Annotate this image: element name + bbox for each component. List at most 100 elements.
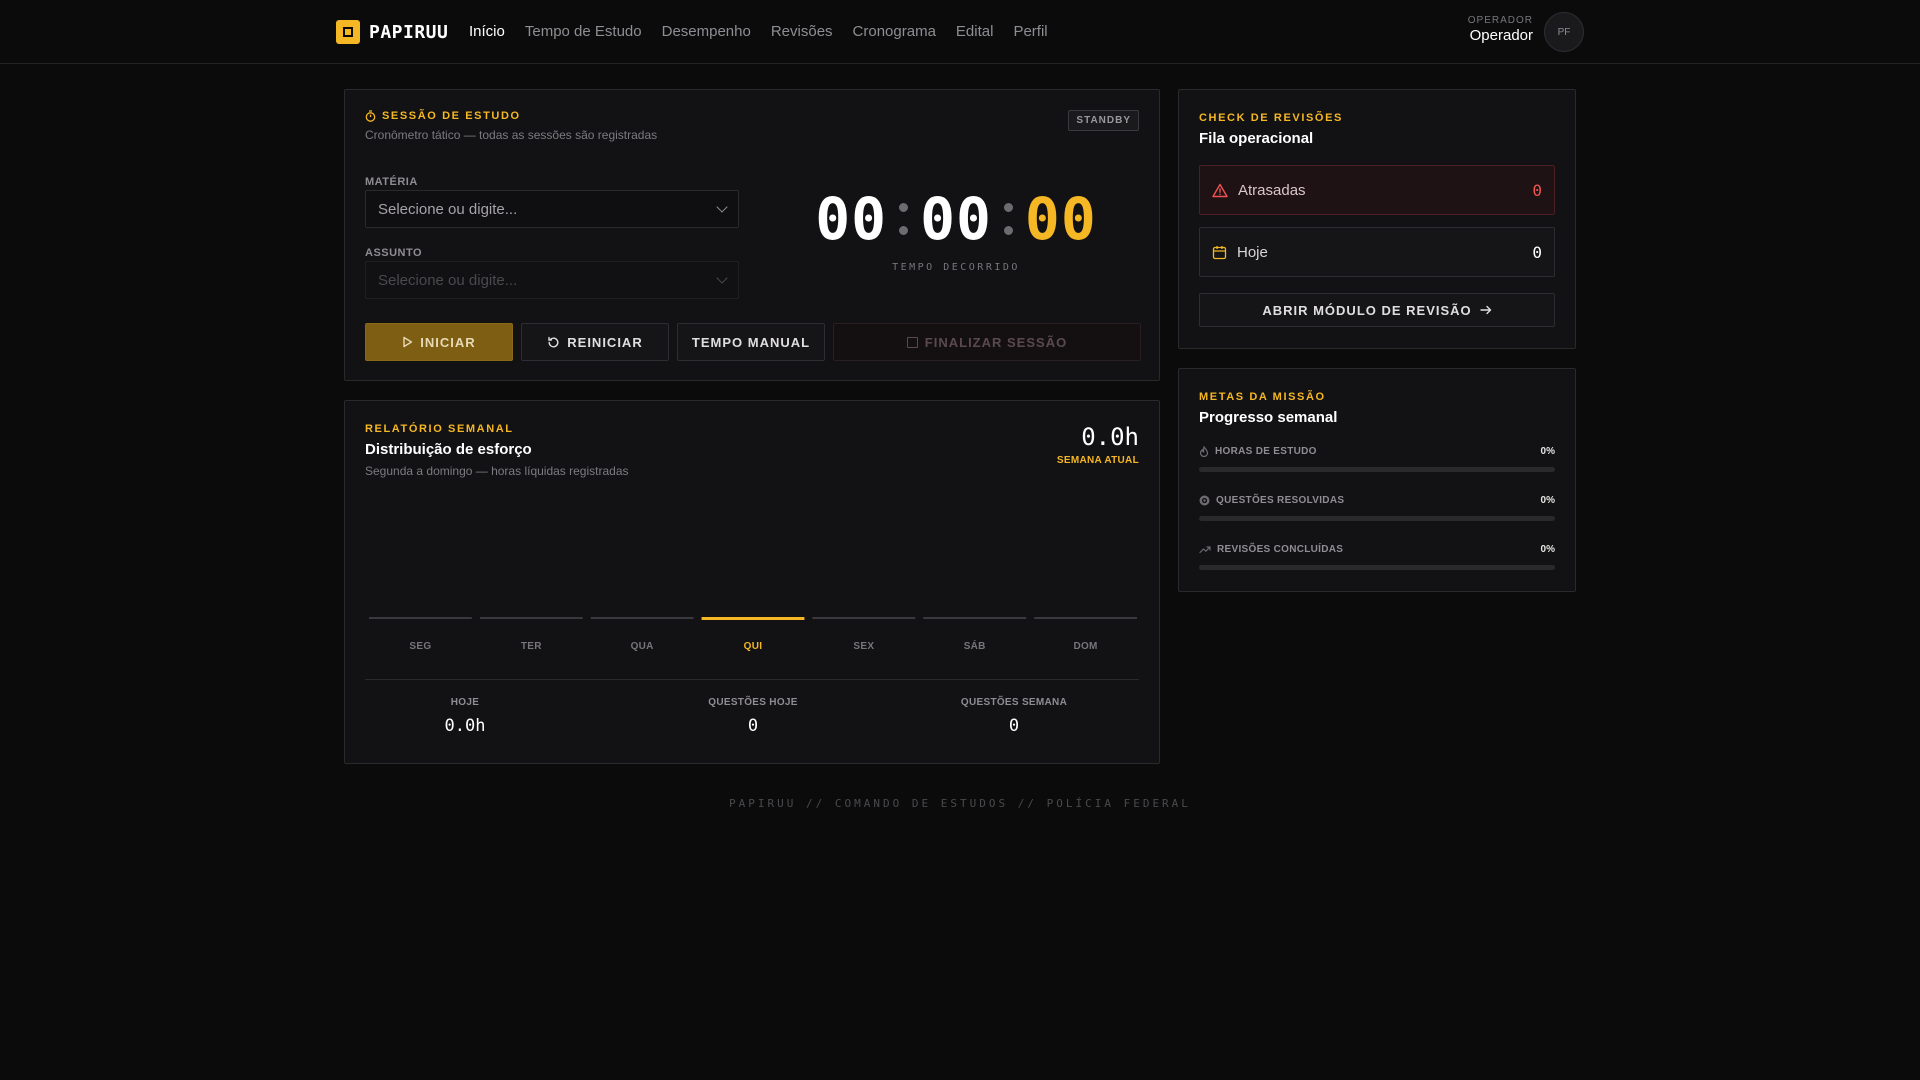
report-kicker: RELATÓRIO SEMANAL bbox=[365, 423, 514, 435]
chart-bar-baseline bbox=[701, 617, 805, 620]
timer-separator bbox=[1003, 203, 1013, 235]
goal-questions-solved: QUESTÕES RESOLVIDAS 0% bbox=[1199, 495, 1555, 521]
status-badge: STANDBY bbox=[1068, 110, 1139, 131]
goal-percent: 0% bbox=[1540, 495, 1555, 506]
stat-value: 0 bbox=[747, 716, 759, 736]
target-icon bbox=[1199, 495, 1210, 506]
user-name: Operador bbox=[1469, 27, 1533, 44]
progress-track bbox=[1199, 516, 1555, 521]
overdue-reviews-row[interactable]: Atrasadas 0 bbox=[1199, 165, 1555, 215]
start-button-label: INICIAR bbox=[420, 334, 476, 350]
report-header: RELATÓRIO SEMANAL Distribuição de esforç… bbox=[365, 423, 629, 478]
nav-item-revisoes[interactable]: Revisões bbox=[771, 22, 833, 42]
session-header: SESSÃO DE ESTUDO Cronômetro tático — tod… bbox=[365, 110, 657, 142]
chevron-down-icon bbox=[716, 201, 728, 213]
subject-placeholder: Selecione ou digite... bbox=[378, 200, 518, 218]
goal-percent: 0% bbox=[1540, 544, 1555, 555]
warning-icon bbox=[1212, 183, 1228, 197]
today-count: 0 bbox=[1532, 242, 1542, 262]
session-kicker: SESSÃO DE ESTUDO bbox=[365, 110, 657, 122]
nav-item-tempo-de-estudo[interactable]: Tempo de Estudo bbox=[525, 22, 642, 42]
open-review-module-label: ABRIR MÓDULO DE REVISÃO bbox=[1262, 302, 1472, 318]
manual-time-button-label: TEMPO MANUAL bbox=[691, 334, 811, 350]
chart-tick-label: TER bbox=[520, 641, 542, 652]
finish-session-button-label: FINALIZAR SESSÃO bbox=[924, 334, 1068, 350]
finish-session-button[interactable]: FINALIZAR SESSÃO bbox=[833, 323, 1141, 361]
goal-label: HORAS DE ESTUDO bbox=[1215, 446, 1317, 457]
timer-seconds: 00 bbox=[1024, 185, 1097, 253]
main-nav: Início Tempo de Estudo Desempenho Revisõ… bbox=[469, 22, 1048, 42]
mission-goals-panel: METAS DA MISSÃO Progresso semanal HORAS … bbox=[1178, 368, 1576, 592]
review-check-panel: CHECK DE REVISÕES Fila operacional Atras… bbox=[1178, 89, 1576, 349]
session-kicker-text: SESSÃO DE ESTUDO bbox=[382, 110, 521, 122]
timer-label: TEMPO DECORRIDO bbox=[892, 262, 1020, 273]
square-icon bbox=[906, 336, 918, 348]
session-timer: 00 00 00 bbox=[811, 190, 1101, 248]
stat-value: 0.0h bbox=[444, 716, 486, 736]
chart-tick-label: DOM bbox=[1073, 641, 1098, 652]
nav-item-desempenho[interactable]: Desempenho bbox=[662, 22, 751, 42]
subject-select[interactable]: Selecione ou digite... bbox=[365, 190, 739, 228]
progress-track bbox=[1199, 565, 1555, 570]
weekly-bar-chart bbox=[365, 489, 1141, 621]
play-icon bbox=[403, 336, 413, 348]
stat-today: HOJE 0.0h bbox=[365, 697, 565, 736]
timer-minutes: 00 bbox=[920, 185, 992, 253]
top-bar: PAPIRUU Início Tempo de Estudo Desempenh… bbox=[0, 0, 1920, 64]
report-subtitle: Segunda a domingo — horas líquidas regis… bbox=[365, 464, 629, 478]
stat-label: HOJE bbox=[450, 697, 480, 708]
user-role-label: OPERADOR bbox=[1467, 15, 1533, 26]
stat-questions-today: QUESTÕES HOJE 0 bbox=[653, 697, 853, 736]
timer-hours: 00 bbox=[815, 185, 888, 253]
subject-label: MATÉRIA bbox=[365, 176, 418, 188]
today-label: Hoje bbox=[1237, 243, 1268, 261]
progress-track bbox=[1199, 467, 1555, 472]
chart-tick-label: SEX bbox=[853, 641, 875, 652]
chart-tick-label: SÁB bbox=[963, 641, 986, 652]
goal-percent: 0% bbox=[1540, 446, 1555, 457]
nav-item-perfil[interactable]: Perfil bbox=[1013, 22, 1047, 42]
chart-tick-label: QUA bbox=[630, 641, 654, 652]
avatar[interactable]: PF bbox=[1544, 12, 1584, 52]
chart-tick-label: QUI bbox=[743, 641, 763, 652]
stat-label: QUESTÕES SEMANA bbox=[960, 697, 1068, 708]
manual-time-button[interactable]: TEMPO MANUAL bbox=[677, 323, 825, 361]
topic-select[interactable]: Selecione ou digite... bbox=[365, 261, 739, 299]
bar-chart-svg bbox=[369, 617, 1137, 620]
chart-tick-label: SEG bbox=[409, 641, 432, 652]
reviews-title: Fila operacional bbox=[1199, 130, 1314, 147]
goals-kicker: METAS DA MISSÃO bbox=[1199, 391, 1326, 403]
session-subtitle: Cronômetro tático — todas as sessões são… bbox=[365, 128, 658, 142]
topic-label: ASSUNTO bbox=[365, 247, 423, 259]
chart-bar-baseline bbox=[479, 617, 583, 619]
reset-button-label: REINICIAR bbox=[567, 334, 643, 350]
user-info: OPERADOR Operador bbox=[1468, 15, 1533, 44]
today-reviews-row[interactable]: Hoje 0 bbox=[1199, 227, 1555, 277]
nav-item-cronograma[interactable]: Cronograma bbox=[853, 22, 936, 42]
goal-study-hours: HORAS DE ESTUDO 0% bbox=[1199, 446, 1555, 472]
goal-reviews-completed: REVISÕES CONCLUÍDAS 0% bbox=[1199, 544, 1555, 570]
open-review-module-button[interactable]: ABRIR MÓDULO DE REVISÃO bbox=[1199, 293, 1555, 327]
chart-bar-baseline bbox=[369, 617, 472, 619]
brand-logo[interactable]: PAPIRUU bbox=[336, 20, 448, 44]
goal-label: REVISÕES CONCLUÍDAS bbox=[1217, 544, 1344, 555]
calendar-icon bbox=[1212, 245, 1227, 259]
reviews-header: CHECK DE REVISÕES Fila operacional bbox=[1199, 112, 1343, 147]
reviews-kicker: CHECK DE REVISÕES bbox=[1199, 112, 1343, 124]
start-button[interactable]: INICIAR bbox=[365, 323, 513, 361]
reset-icon bbox=[548, 336, 559, 347]
nav-item-inicio[interactable]: Início bbox=[469, 22, 505, 42]
chart-bar-baseline bbox=[923, 617, 1027, 619]
stat-questions-week: QUESTÕES SEMANA 0 bbox=[914, 697, 1114, 736]
timer-separator bbox=[899, 203, 909, 235]
nav-item-edital[interactable]: Edital bbox=[956, 22, 994, 42]
logo-icon bbox=[336, 20, 360, 44]
chart-bar-baseline bbox=[590, 617, 694, 619]
overdue-label: Atrasadas bbox=[1238, 181, 1306, 199]
trending-up-icon bbox=[1199, 546, 1211, 554]
weekly-total: 0.0h SEMANA ATUAL bbox=[1057, 423, 1139, 466]
goals-title: Progresso semanal bbox=[1199, 409, 1338, 426]
reset-button[interactable]: REINICIAR bbox=[521, 323, 669, 361]
weekly-report-panel: RELATÓRIO SEMANAL Distribuição de esforç… bbox=[344, 400, 1160, 764]
report-title: Distribuição de esforço bbox=[365, 441, 532, 458]
